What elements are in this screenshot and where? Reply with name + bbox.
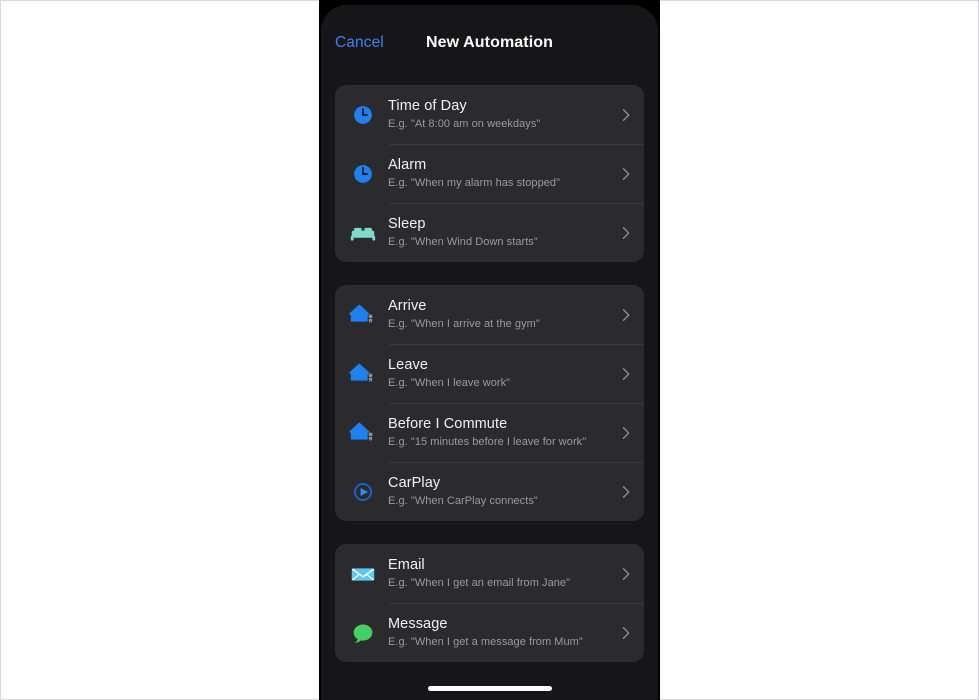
house-commute-icon [343, 413, 383, 453]
automation-row-title: CarPlay [388, 475, 441, 491]
envelope-icon [343, 554, 383, 594]
automation-row-title: Alarm [388, 157, 427, 173]
automation-row-text: Time of Day E.g. "At 8:00 am on weekdays" [383, 97, 618, 132]
automation-row-subtitle: E.g. "When I get an email from Jane" [388, 577, 571, 589]
automation-row-text: Message E.g. "When I get a message from M… [383, 615, 618, 650]
automation-row-title: Email [388, 557, 425, 573]
automation-row-subtitle: E.g. "When I arrive at the gym" [388, 318, 540, 330]
automation-row[interactable]: Message E.g. "When I get a message from M… [335, 603, 644, 662]
chevron-right-icon[interactable] [618, 167, 634, 181]
automation-trigger-list: Time of Day E.g. "At 8:00 am on weekdays"… [321, 85, 658, 662]
automation-row-title: Sleep [388, 216, 426, 232]
clock-icon [343, 95, 383, 135]
automation-row-text: Alarm E.g. "When my alarm has stopped" [383, 156, 618, 191]
automation-row-text: Sleep E.g. "When Wind Down starts" [383, 215, 618, 250]
house-leave-icon [343, 354, 383, 394]
location-section: Arrive E.g. "When I arrive at the gym" Lea… [335, 285, 644, 521]
chevron-right-icon[interactable] [618, 485, 634, 499]
automation-row-text: Before I Commute E.g. "15 minutes before … [383, 415, 618, 450]
automation-row-title: Message [388, 616, 448, 632]
automation-row-text: Arrive E.g. "When I arrive at the gym" [383, 297, 618, 332]
message-bubble-icon [343, 613, 383, 653]
automation-row[interactable]: Arrive E.g. "When I arrive at the gym" [335, 285, 644, 344]
home-indicator[interactable] [427, 686, 552, 691]
page-title: New Automation [425, 34, 554, 51]
chevron-right-icon[interactable] [618, 567, 634, 581]
carplay-icon [343, 472, 383, 512]
house-arrive-icon [343, 295, 383, 335]
automation-row[interactable]: Leave E.g. "When I leave work" [335, 344, 644, 403]
automation-row[interactable]: Sleep E.g. "When Wind Down starts" [335, 203, 644, 262]
automation-row-subtitle: E.g. "At 8:00 am on weekdays" [388, 118, 541, 130]
chevron-right-icon[interactable] [618, 367, 634, 381]
automation-row[interactable]: CarPlay E.g. "When CarPlay connects" [335, 462, 644, 521]
automation-row-text: CarPlay E.g. "When CarPlay connects" [383, 474, 618, 509]
time-section: Time of Day E.g. "At 8:00 am on weekdays"… [335, 85, 644, 262]
automation-row[interactable]: Time of Day E.g. "At 8:00 am on weekdays" [335, 85, 644, 144]
automation-row[interactable]: Before I Commute E.g. "15 minutes before … [335, 403, 644, 462]
alarm-clock-icon [343, 154, 383, 194]
automation-row-text: Email E.g. "When I get an email from Jane… [383, 556, 618, 591]
automation-row-subtitle: E.g. "When I leave work" [388, 377, 511, 389]
chevron-right-icon[interactable] [618, 426, 634, 440]
phone-device-frame: Cancel New Automation Time of Day E.g. "A… [319, 0, 660, 700]
phone-screen: Cancel New Automation Time of Day E.g. "A… [321, 5, 658, 700]
chevron-right-icon[interactable] [618, 108, 634, 122]
bed-icon [343, 213, 383, 253]
chevron-right-icon[interactable] [618, 626, 634, 640]
automation-row-text: Leave E.g. "When I leave work" [383, 356, 618, 391]
automation-row-subtitle: E.g. "When I get a message from Mum" [388, 636, 583, 648]
automation-row-subtitle: E.g. "When CarPlay connects" [388, 495, 538, 507]
automation-row-title: Before I Commute [388, 416, 508, 432]
automation-row-title: Time of Day [388, 98, 467, 114]
navigation-bar: Cancel New Automation [321, 5, 658, 85]
automation-row[interactable]: Alarm E.g. "When my alarm has stopped" [335, 144, 644, 203]
chevron-right-icon[interactable] [618, 226, 634, 240]
automation-row-subtitle: E.g. "When my alarm has stopped" [388, 177, 561, 189]
automation-row-title: Arrive [388, 298, 427, 314]
chevron-right-icon[interactable] [618, 308, 634, 322]
automation-row-subtitle: E.g. "15 minutes before I leave for work… [388, 436, 587, 448]
automation-row-subtitle: E.g. "When Wind Down starts" [388, 236, 538, 248]
automation-row-title: Leave [388, 357, 429, 373]
automation-row[interactable]: Email E.g. "When I get an email from Jane… [335, 544, 644, 603]
communication-section: Email E.g. "When I get an email from Jane… [335, 544, 644, 662]
